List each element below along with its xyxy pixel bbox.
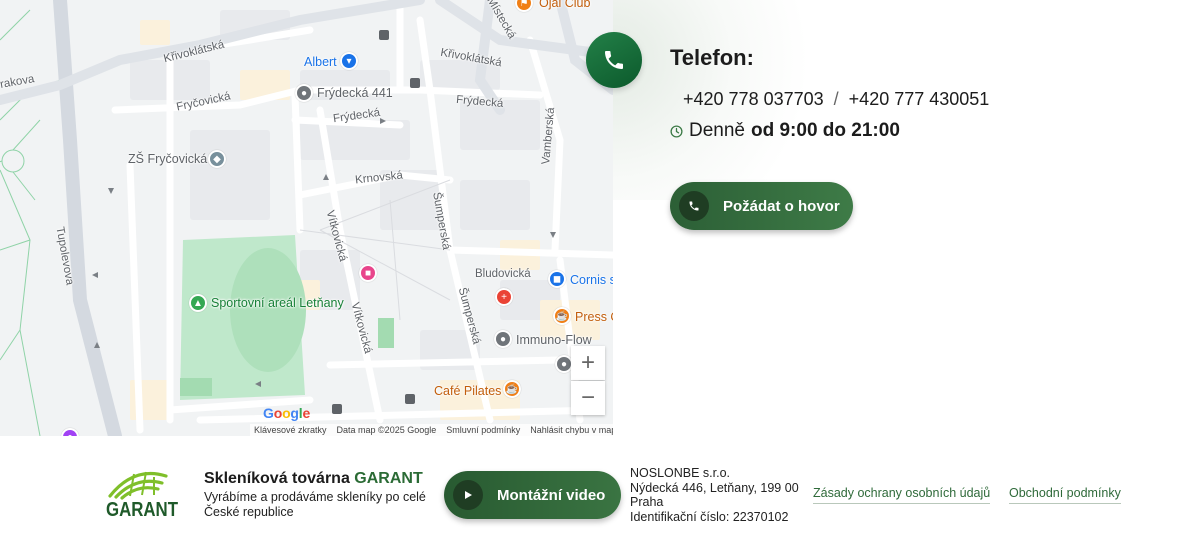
park-pin-icon[interactable]: ▲ bbox=[189, 294, 207, 312]
poi-label[interactable]: ZŠ Fryčovická bbox=[128, 152, 207, 166]
poi-label[interactable]: Cornis s bbox=[570, 273, 613, 287]
clock-icon bbox=[670, 124, 683, 138]
garant-logo[interactable]: GARANT bbox=[104, 466, 180, 521]
cafe-pin-icon[interactable]: ☕ bbox=[553, 307, 571, 325]
brand-title-highlight: GARANT bbox=[354, 470, 423, 487]
phone-numbers: +420 778 037703 / +420 777 430051 bbox=[683, 89, 989, 110]
assembly-video-label: Montážní video bbox=[497, 486, 606, 504]
place-pin-icon[interactable]: ● bbox=[494, 330, 512, 348]
privacy-policy-link[interactable]: Zásady ochrany osobních údajů bbox=[813, 486, 991, 504]
google-logo: Google bbox=[263, 405, 311, 421]
map-data-attribution: Data map ©2025 Google bbox=[336, 425, 437, 435]
cafe-pin-icon[interactable]: ☕ bbox=[503, 380, 521, 398]
map-attribution-bar: Klávesové zkratky Data map ©2025 Google … bbox=[250, 424, 613, 436]
street-label: Bludovická bbox=[475, 268, 531, 280]
place-pin-icon[interactable]: ● bbox=[295, 84, 313, 102]
shopping-pin-icon[interactable]: ▾ bbox=[340, 52, 358, 70]
report-error-link[interactable]: Nahlásit chybu v mapě bbox=[530, 425, 613, 435]
assembly-video-button[interactable]: Montážní video bbox=[444, 471, 621, 519]
poi-label[interactable]: Frýdecká 441 bbox=[317, 86, 393, 100]
company-info: NOSLONBE s.r.o. Nýdecká 446, Letňany, 19… bbox=[630, 466, 800, 524]
school-pin-icon[interactable]: ◆ bbox=[208, 150, 226, 168]
poi-label[interactable]: Immuno-Flow bbox=[516, 333, 592, 347]
poi-label[interactable]: Ojai Club bbox=[539, 0, 590, 10]
hospital-pin-icon[interactable]: + bbox=[495, 288, 513, 306]
poi-label[interactable]: Albert bbox=[304, 55, 337, 69]
play-icon bbox=[453, 480, 483, 510]
logo-wordmark: GARANT bbox=[106, 499, 178, 520]
opening-hours: Denně od 9:00 do 21:00 bbox=[670, 120, 900, 142]
hours-value: od 9:00 do 21:00 bbox=[751, 120, 900, 141]
google-map[interactable]: Křivoklátská Křivoklátská rakova Fryčovi… bbox=[0, 0, 613, 436]
hours-prefix: Denně bbox=[689, 120, 745, 141]
request-call-label: Požádat o hovor bbox=[723, 197, 840, 215]
brand-subtitle: Vyrábíme a prodáváme skleníky po celé Če… bbox=[204, 490, 426, 519]
phone-number-link[interactable]: +420 778 037703 bbox=[683, 89, 824, 109]
poi-label[interactable]: Press C bbox=[575, 310, 613, 324]
phone-icon bbox=[605, 51, 623, 69]
phone-separator: / bbox=[833, 89, 839, 109]
phone-section-title: Telefon: bbox=[670, 45, 754, 70]
terms-link[interactable]: Obchodní podmínky bbox=[1009, 486, 1121, 504]
phone-badge bbox=[586, 32, 642, 88]
page: Křivoklátská Křivoklátská rakova Fryčovi… bbox=[0, 0, 1200, 545]
keyboard-shortcuts-link[interactable]: Klávesové zkratky bbox=[254, 425, 327, 435]
map-terms-link[interactable]: Smluvní podmínky bbox=[446, 425, 520, 435]
brand-title: Skleníková továrna GARANT bbox=[204, 470, 423, 488]
poi-label[interactable]: Café Pilates bbox=[434, 384, 501, 398]
request-call-button[interactable]: Požádat o hovor bbox=[670, 182, 853, 230]
hotel-pin-icon[interactable]: ■ bbox=[359, 264, 377, 282]
shopping-pin-icon[interactable]: ◼ bbox=[548, 270, 566, 288]
company-address: Nýdecká 446, Letňany, 199 00 Praha bbox=[630, 480, 799, 510]
zoom-out-button[interactable]: − bbox=[571, 381, 605, 415]
brand-title-prefix: Skleníková továrna bbox=[204, 470, 350, 487]
poi-label[interactable]: Sportovní areál Letňany bbox=[211, 296, 344, 310]
zoom-in-button[interactable]: + bbox=[571, 346, 605, 380]
phone-icon bbox=[679, 191, 709, 221]
company-name: NOSLONBE s.r.o. bbox=[630, 466, 731, 480]
phone-number-link[interactable]: +420 777 430051 bbox=[849, 89, 990, 109]
company-id: Identifikační číslo: 22370102 bbox=[630, 509, 789, 524]
